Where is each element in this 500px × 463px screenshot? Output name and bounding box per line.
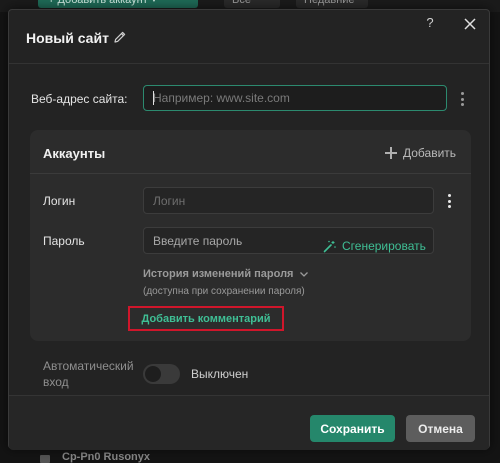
autologin-state: Выключен [191,367,249,381]
generate-password-button[interactable]: Сгенерировать [323,237,426,255]
toggle-knob [145,366,161,382]
password-label: Пароль [43,234,85,248]
background-item-icon [40,455,50,463]
dialog-title: Новый сайт [26,30,109,46]
background-filter-recent: Недавние [296,0,368,8]
dialog-footer: Сохранить Отмена [9,395,489,450]
help-button[interactable]: ? [422,15,438,30]
url-input[interactable] [143,85,447,111]
new-site-dialog: Новый сайт ? Веб-адрес сайта: Аккаунты Д… [8,9,490,450]
url-label: Веб-адрес сайта: [31,92,128,106]
pencil-icon[interactable] [113,30,127,44]
dialog-header: Новый сайт ? [9,10,489,64]
url-more-menu-icon[interactable] [460,92,464,106]
accounts-panel: Аккаунты Добавить Логин Пароль Сгенериро… [30,130,471,341]
background-filter-all: Все [224,0,280,8]
close-icon[interactable] [462,16,478,32]
accounts-header: Аккаунты Добавить [30,130,471,174]
text-cursor [153,91,154,105]
add-account-button[interactable]: Добавить [385,144,456,162]
background-add-account-button: + Добавить аккаунт ˅ [38,0,198,8]
add-comment-button[interactable]: Добавить комментарий [128,306,284,331]
background-list-item: Cp-Pn0 Rusonyx [62,451,151,463]
password-history-title: История изменений пароля [143,268,294,280]
save-button[interactable]: Сохранить [310,415,395,442]
chevron-down-icon [300,272,309,277]
autologin-label: Автоматический вход [43,359,134,389]
generate-password-label: Сгенерировать [342,239,426,253]
magic-wand-icon [323,240,336,252]
cancel-button[interactable]: Отмена [406,415,475,442]
password-history-note: (доступна при сохранении пароля) [143,286,305,297]
login-more-menu-icon[interactable] [447,194,451,208]
login-label: Логин [43,194,76,208]
add-account-label: Добавить [403,146,457,160]
accounts-title: Аккаунты [43,146,106,161]
autologin-toggle[interactable] [143,364,180,384]
plus-icon [385,147,397,159]
password-history-toggle[interactable]: История изменений пароля [143,268,309,280]
login-input[interactable] [143,187,434,214]
